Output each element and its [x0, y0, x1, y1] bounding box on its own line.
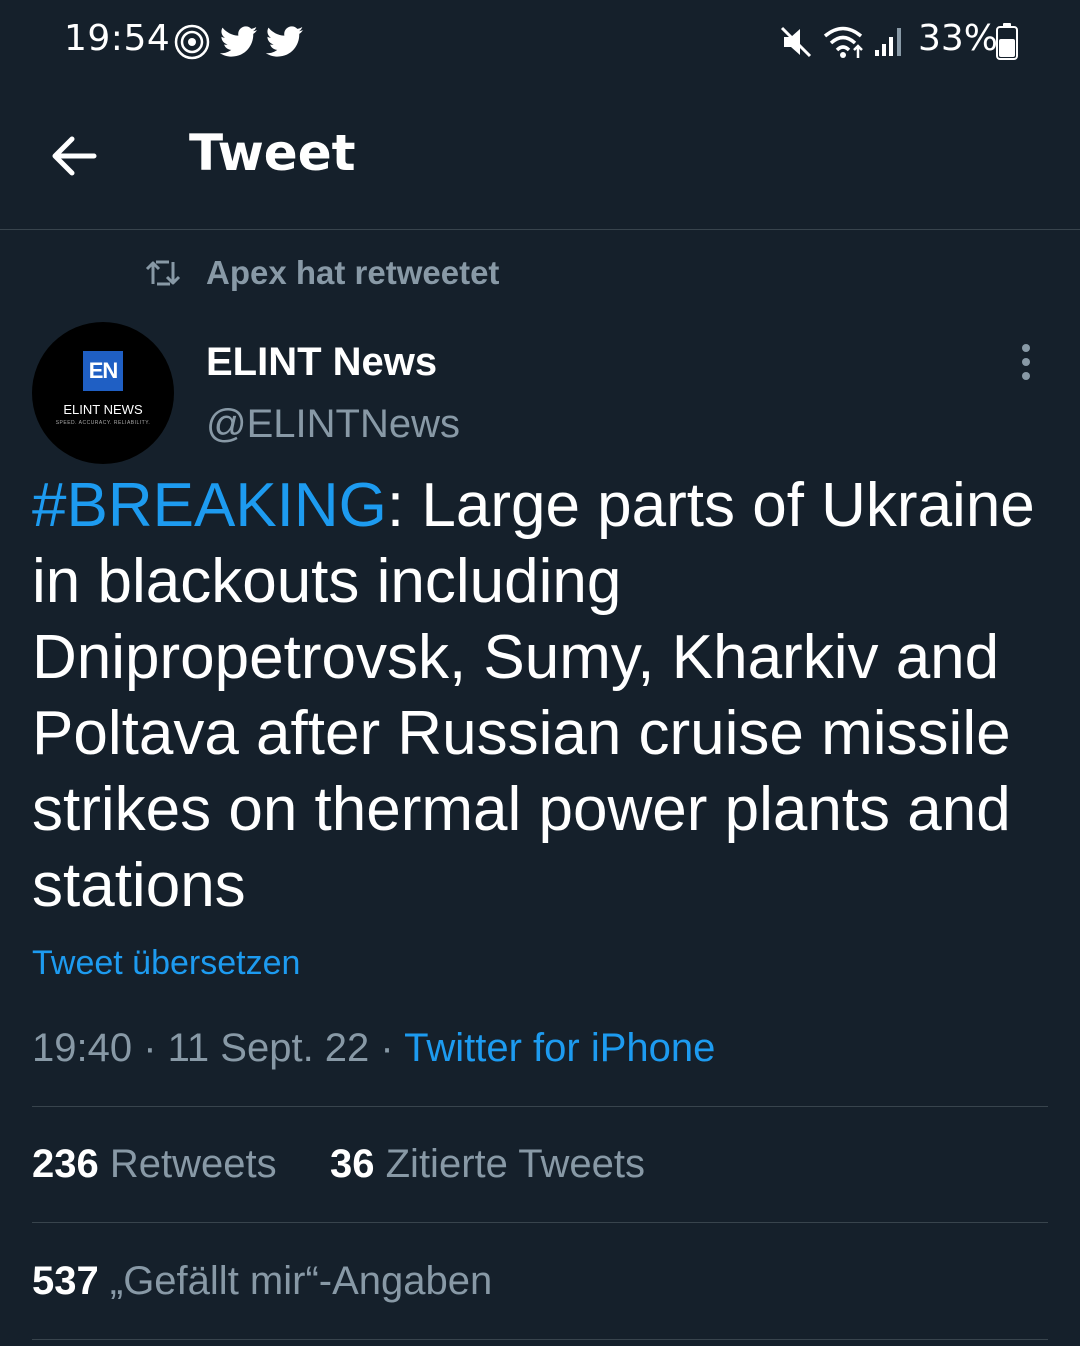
- signal-icon: [875, 28, 901, 56]
- meta-separator: ·: [132, 1026, 168, 1070]
- author-name[interactable]: ELINT News: [206, 340, 437, 385]
- app-header: Tweet: [0, 100, 1080, 229]
- twitter-bird-icon: [266, 26, 304, 57]
- retweets-count: 236: [32, 1142, 99, 1186]
- tweet-meta: 19:40 · 11 Sept. 22 · Twitter for iPhone: [32, 1026, 715, 1071]
- avatar[interactable]: EN ELINT NEWS SPEED. ACCURACY. RELIABILI…: [32, 322, 174, 464]
- header-divider: [0, 229, 1080, 230]
- quotes-count: 36: [330, 1142, 375, 1186]
- status-bar: 19:54 33%: [0, 0, 1080, 84]
- more-vertical-icon[interactable]: [1008, 344, 1044, 384]
- tweet-text: #BREAKING: Large parts of Ukraine in bla…: [32, 468, 1052, 924]
- tweet-source-link[interactable]: Twitter for iPhone: [404, 1026, 715, 1070]
- tweet-date: 11 Sept. 22: [167, 1026, 370, 1070]
- retweet-icon: [145, 260, 181, 286]
- avatar-logo-mark: EN: [83, 351, 123, 391]
- likes-label: „Gefällt mir“-Angaben: [109, 1259, 493, 1303]
- retweets-stat[interactable]: 236 Retweets: [32, 1142, 277, 1187]
- status-time: 19:54: [64, 18, 171, 59]
- retweets-label: Retweets: [109, 1142, 277, 1186]
- page-title: Tweet: [189, 124, 356, 182]
- avatar-logo-name: ELINT NEWS: [63, 402, 143, 417]
- hashtag-link[interactable]: #BREAKING: [32, 471, 387, 540]
- likes-stat[interactable]: 537 „Gefällt mir“-Angaben: [32, 1259, 492, 1304]
- radio-icon: [174, 24, 210, 60]
- retweet-context-text[interactable]: Apex hat retweetet: [206, 254, 499, 292]
- twitter-bird-icon: [220, 26, 258, 57]
- wifi-icon: [823, 26, 863, 58]
- author-handle[interactable]: @ELINTNews: [206, 402, 460, 447]
- mute-icon: [780, 26, 812, 58]
- quote-tweets-stat[interactable]: 36 Zitierte Tweets: [330, 1142, 645, 1187]
- quotes-label: Zitierte Tweets: [385, 1142, 645, 1186]
- battery-percent: 33%: [918, 18, 999, 59]
- tweet-time: 19:40: [32, 1026, 133, 1070]
- arrow-left-icon[interactable]: [48, 130, 100, 182]
- avatar-logo-tagline: SPEED. ACCURACY. RELIABILITY.: [55, 420, 151, 426]
- meta-separator: ·: [369, 1026, 405, 1070]
- battery-icon: [996, 23, 1018, 60]
- divider: [32, 1222, 1048, 1223]
- translate-tweet-link[interactable]: Tweet übersetzen: [32, 944, 300, 983]
- likes-count: 537: [32, 1259, 99, 1303]
- divider: [32, 1106, 1048, 1107]
- divider: [32, 1339, 1048, 1340]
